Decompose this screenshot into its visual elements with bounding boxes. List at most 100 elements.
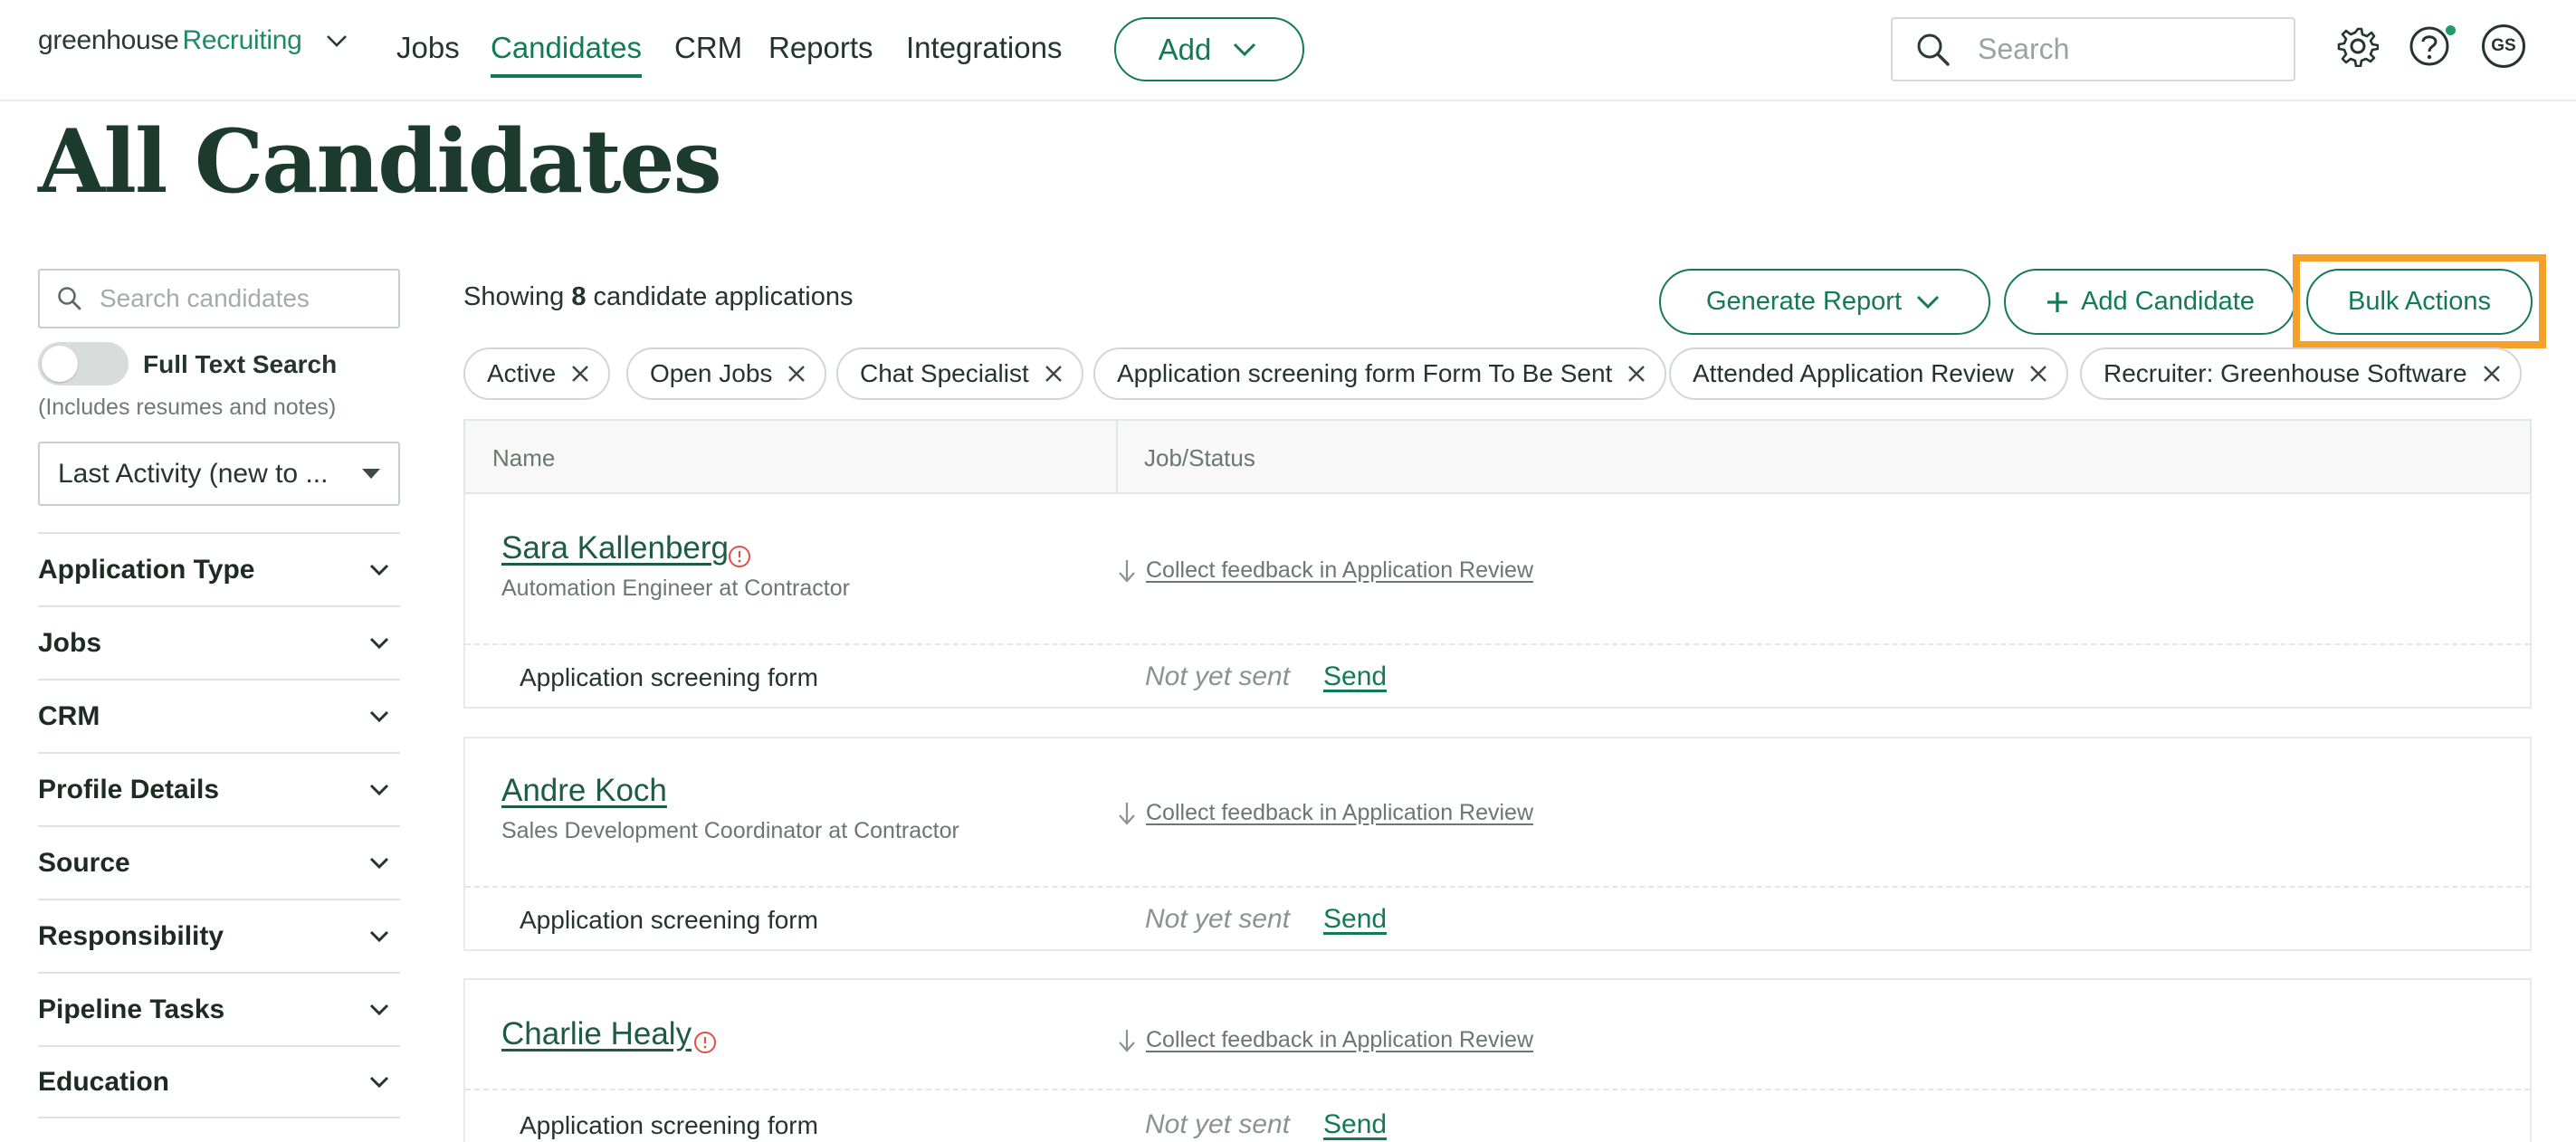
chevron-down-icon (369, 784, 389, 795)
search-icon (58, 287, 81, 310)
column-job-status: Job/Status (1144, 444, 1255, 471)
add-candidate-button[interactable]: Add Candidate (2004, 269, 2295, 335)
nav-crm[interactable]: CRM (674, 31, 742, 65)
filter-list: Application Type Jobs CRM Profile Detail… (38, 532, 400, 1118)
filter-application-type[interactable]: Application Type (38, 532, 400, 605)
add-button-label: Add (1158, 32, 1212, 66)
results-prefix: Showing (463, 282, 572, 311)
results-suffix: candidate applications (586, 282, 854, 311)
send-link[interactable]: Send (1323, 661, 1387, 692)
sort-select[interactable]: Last Activity (new to ... (38, 442, 400, 506)
notification-dot (2444, 24, 2457, 37)
candidate-name-link[interactable]: Charlie Healy (501, 1016, 692, 1052)
filter-chip[interactable]: Application screening form Form To Be Se… (1093, 347, 1667, 400)
filter-label: CRM (38, 700, 100, 731)
candidate-job-title: Sales Development Coordinator at Contrac… (501, 818, 959, 843)
generate-report-button[interactable]: Generate Report (1659, 269, 1990, 335)
status-link[interactable]: Collect feedback in Application Review (1146, 557, 1533, 584)
brand-main: greenhouse (38, 25, 179, 55)
send-link[interactable]: Send (1323, 904, 1387, 935)
chevron-down-icon (369, 710, 389, 722)
filter-label: Application Type (38, 554, 255, 585)
table-header: Name Job/Status (463, 419, 2532, 494)
close-icon[interactable] (787, 364, 806, 384)
chevron-down-icon[interactable] (322, 26, 351, 55)
global-search-input[interactable] (1978, 33, 2249, 66)
nav-reports[interactable]: Reports (768, 31, 873, 65)
close-icon[interactable] (570, 364, 590, 384)
status-link[interactable]: Collect feedback in Application Review (1146, 1027, 1533, 1053)
page-title: All Candidates (38, 110, 722, 213)
add-button[interactable]: Add (1114, 17, 1304, 81)
column-name[interactable]: Name (492, 444, 555, 472)
full-text-search-toggle[interactable] (38, 342, 129, 385)
filter-chip[interactable]: Attended Application Review (1669, 347, 2068, 400)
chevron-down-icon (369, 564, 389, 576)
filter-label: Source (38, 847, 130, 878)
send-link[interactable]: Send (1323, 1109, 1387, 1140)
chip-label: Open Jobs (650, 359, 773, 387)
filter-responsibility[interactable]: Responsibility (38, 899, 400, 972)
row-divider (465, 886, 2530, 888)
table-row: Andre Koch Sales Development Coordinator… (463, 737, 2532, 951)
brand-logo[interactable]: greenhouse Recruiting (38, 25, 351, 56)
close-icon[interactable] (2482, 364, 2502, 384)
filter-chip[interactable]: Recruiter: Greenhouse Software (2080, 347, 2522, 400)
row-divider (465, 1089, 2530, 1090)
close-icon[interactable] (1044, 364, 1064, 384)
filter-label: Profile Details (38, 774, 220, 804)
results-summary: Showing 8 candidate applications (463, 282, 854, 312)
form-status: Not yet sent (1145, 904, 1291, 934)
chevron-down-icon (369, 1076, 389, 1088)
full-text-search-label: Full Text Search (143, 350, 338, 378)
candidate-search-input[interactable] (100, 284, 389, 313)
chevron-down-icon (369, 930, 389, 942)
avatar[interactable]: GS (2482, 24, 2525, 68)
chip-label: Application screening form Form To Be Se… (1117, 359, 1613, 387)
chip-label: Recruiter: Greenhouse Software (2104, 359, 2467, 387)
sort-select-value: Last Activity (new to ... (58, 458, 329, 489)
nav-integrations[interactable]: Integrations (906, 31, 1062, 65)
filter-source[interactable]: Source (38, 825, 400, 899)
filter-jobs[interactable]: Jobs (38, 605, 400, 679)
nav-jobs[interactable]: Jobs (396, 31, 460, 65)
bulk-actions-highlight (2293, 254, 2546, 348)
table-row: Sara Kallenberg Automation Engineer at C… (463, 494, 2532, 709)
candidate-name-link[interactable]: Sara Kallenberg (501, 530, 729, 566)
candidate-search[interactable] (38, 269, 400, 328)
chip-label: Chat Specialist (860, 359, 1029, 387)
search-icon (1917, 33, 1950, 66)
gear-icon[interactable] (2337, 25, 2379, 67)
close-icon[interactable] (2028, 364, 2048, 384)
table-row: Charlie Healy Collect feedback in Applic… (463, 978, 2532, 1142)
filter-education[interactable]: Education (38, 1045, 400, 1118)
brand-accent: Recruiting (182, 25, 302, 55)
filter-label: Pipeline Tasks (38, 994, 225, 1024)
status-link[interactable]: Collect feedback in Application Review (1146, 800, 1533, 826)
form-name: Application screening form (520, 906, 818, 934)
candidate-status: Collect feedback in Application Review (1117, 1027, 1533, 1053)
arrow-down-icon (1119, 802, 1135, 825)
nav-candidates[interactable]: Candidates (491, 31, 642, 78)
chevron-down-icon (369, 1004, 389, 1015)
filter-chip[interactable]: Chat Specialist (836, 347, 1083, 400)
column-divider (1116, 421, 1118, 494)
filter-pipeline-tasks[interactable]: Pipeline Tasks (38, 972, 400, 1045)
chip-label: Active (487, 359, 557, 387)
candidate-name-link[interactable]: Andre Koch (501, 773, 667, 809)
form-name: Application screening form (520, 663, 818, 691)
chevron-down-icon (1234, 43, 1256, 56)
row-divider (465, 643, 2530, 645)
arrow-down-icon (1119, 559, 1135, 583)
global-search[interactable] (1891, 17, 2295, 81)
filter-profile-details[interactable]: Profile Details (38, 752, 400, 825)
candidate-status: Collect feedback in Application Review (1117, 557, 1533, 584)
filter-chip[interactable]: Active (463, 347, 611, 400)
caret-down-icon (362, 469, 380, 479)
filter-label: Responsibility (38, 920, 224, 951)
filter-chip[interactable]: Open Jobs (626, 347, 827, 400)
chevron-down-icon (369, 857, 389, 869)
candidate-status: Collect feedback in Application Review (1117, 800, 1533, 826)
filter-crm[interactable]: CRM (38, 679, 400, 752)
close-icon[interactable] (1627, 364, 1646, 384)
